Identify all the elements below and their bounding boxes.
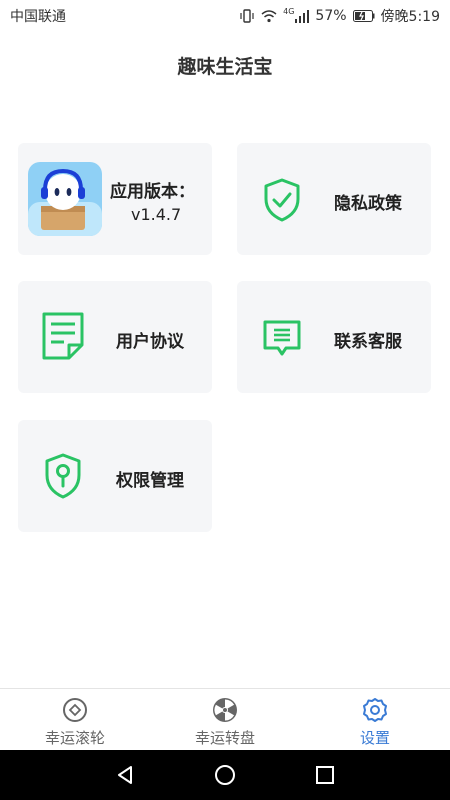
nav-tab-label: 幸运转盘 xyxy=(194,729,255,747)
carrier-label: 中国联通 xyxy=(10,9,66,25)
nav-tab-label: 设置 xyxy=(359,729,390,747)
home-icon[interactable] xyxy=(214,764,236,790)
user-agreement-label: 用户协议 xyxy=(116,332,184,352)
status-indicators: 4G 57% 傍晚5:19 xyxy=(239,6,440,26)
nav-tab-lucky-wheel[interactable]: 幸运滚轮 xyxy=(0,689,150,751)
document-icon xyxy=(40,311,86,365)
shield-key-icon xyxy=(43,452,83,504)
wifi-icon xyxy=(261,9,277,23)
app-version-label: 应用版本： xyxy=(110,182,195,202)
nav-tab-settings[interactable]: 设置 xyxy=(300,689,450,751)
privacy-policy-label: 隐私政策 xyxy=(334,194,402,214)
contact-support-card[interactable]: 联系客服 xyxy=(237,281,431,393)
app-version-value: v1.4.7 xyxy=(131,205,182,224)
nav-tab-lucky-spinner[interactable]: 幸运转盘 xyxy=(150,689,300,751)
spinner-icon xyxy=(212,697,238,723)
battery-percent: 57% xyxy=(315,8,347,24)
shield-check-icon xyxy=(262,177,302,227)
app-mascot-icon xyxy=(28,162,102,240)
chat-bubble-icon xyxy=(261,318,303,362)
nav-tab-label: 幸运滚轮 xyxy=(44,729,105,747)
status-bar: 中国联通 4G 57% 傍晚5:19 xyxy=(0,0,450,32)
signal-icon: 4G xyxy=(283,6,310,23)
back-icon[interactable] xyxy=(114,764,136,790)
page-title: 趣味生活宝 xyxy=(177,56,273,78)
gear-icon xyxy=(362,697,388,723)
vibrate-icon xyxy=(239,9,255,23)
wheel-icon xyxy=(62,697,88,723)
network-type-label: 4G xyxy=(283,6,295,16)
permission-management-card[interactable]: 权限管理 xyxy=(18,420,212,532)
bottom-navigation: 幸运滚轮 幸运转盘 设置 xyxy=(0,688,450,751)
permission-management-label: 权限管理 xyxy=(116,471,184,491)
clock: 傍晚5:19 xyxy=(380,9,440,25)
battery-icon xyxy=(352,10,375,22)
system-navigation-bar xyxy=(0,750,450,800)
privacy-policy-card[interactable]: 隐私政策 xyxy=(237,143,431,255)
user-agreement-card[interactable]: 用户协议 xyxy=(18,281,212,393)
app-version-card[interactable]: 应用版本： v1.4.7 xyxy=(18,143,212,255)
contact-support-label: 联系客服 xyxy=(334,332,402,352)
recent-apps-icon[interactable] xyxy=(314,764,336,790)
